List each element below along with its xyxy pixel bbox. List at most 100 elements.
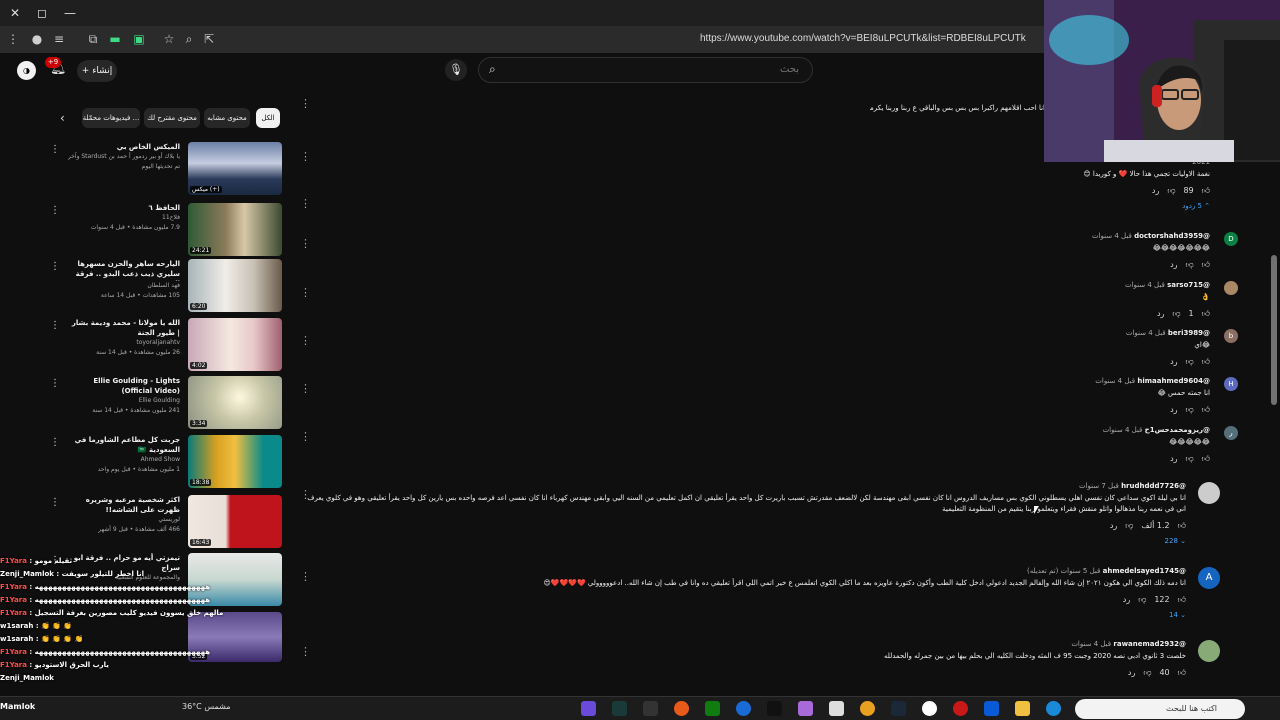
replies-toggle[interactable]: ⌄ 228 xyxy=(306,537,1186,545)
related-video[interactable]: 3:34 ⋮ Ellie Goulding - Lights (Official… xyxy=(50,376,282,432)
video-title[interactable]: الميكس الخاص بي xyxy=(68,142,180,152)
avatar[interactable]: b xyxy=(1224,329,1238,343)
dislike-icon[interactable]: 👎︎ xyxy=(1186,405,1194,414)
maximize-icon[interactable]: ◻ xyxy=(32,4,52,22)
more-icon[interactable]: ⋮ xyxy=(300,150,311,163)
epic-games-icon[interactable] xyxy=(643,701,658,716)
video-thumbnail[interactable]: 3:34 xyxy=(188,376,282,429)
app-icon[interactable] xyxy=(829,701,844,716)
comment-author[interactable]: @ريزومحمدحس1ح xyxy=(1145,426,1210,434)
bookmark-star-icon[interactable]: ☆ xyxy=(160,30,178,48)
comment-author[interactable]: @ahmedelsayed1745 xyxy=(1103,567,1186,575)
app-icon[interactable] xyxy=(767,701,782,716)
extension-green-icon[interactable]: ▬ xyxy=(106,30,124,48)
like-icon[interactable]: 👍︎ xyxy=(1202,260,1210,269)
search-icon[interactable]: ⌕ xyxy=(489,62,496,77)
more-icon[interactable]: ⋮ xyxy=(300,97,311,110)
dislike-icon[interactable]: 👎︎ xyxy=(1138,595,1146,604)
more-icon[interactable]: ⋮ xyxy=(50,205,60,216)
dislike-icon[interactable]: 👎︎ xyxy=(1143,668,1151,677)
related-video[interactable]: 4:02 ⋮ الله يا مولانا - محمد وديمة بشار … xyxy=(50,318,282,374)
related-video[interactable]: 6:20 ⋮ اليارحه ساهر والحزن مسهرها سليري … xyxy=(50,259,282,315)
related-video[interactable]: 16:43 ⋮ اكثر شخصية مرعبه وشريره ظهرت على… xyxy=(50,495,282,551)
chrome-icon[interactable] xyxy=(860,701,875,716)
like-icon[interactable]: 👍︎ xyxy=(1202,405,1210,414)
related-video[interactable]: 24:21 ⋮ الحافظ ٦ فلاح11 7.9 مليون مشاهدة… xyxy=(50,203,282,259)
extension-counter-icon[interactable]: ▣ xyxy=(130,30,148,48)
comment-author[interactable]: @sarso715 xyxy=(1167,281,1210,289)
more-icon[interactable]: ⋮ xyxy=(50,320,60,331)
avatar[interactable]: D xyxy=(1224,232,1238,246)
app-icon[interactable] xyxy=(736,701,751,716)
more-icon[interactable]: ⋮ xyxy=(300,197,311,210)
create-button[interactable]: + إنشاء xyxy=(77,60,117,82)
reply-button[interactable]: رد xyxy=(1123,595,1130,604)
more-icon[interactable]: ⋮ xyxy=(50,261,60,272)
related-video[interactable]: ميكس (+) ⋮ الميكس الخاص بي يا بلاك أو بي… xyxy=(50,142,282,198)
video-title[interactable]: الله يا مولانا - محمد وديمة بشار | طيور … xyxy=(68,318,180,338)
extension-icon[interactable]: ⧉ xyxy=(84,30,102,48)
video-title[interactable]: جربت كل مطاعم الشاورما في السعودية 🇸🇦 xyxy=(68,435,180,455)
video-thumbnail[interactable]: 16:43 xyxy=(188,495,282,548)
more-icon[interactable]: ⋮ xyxy=(300,382,311,395)
minimize-icon[interactable]: — xyxy=(60,4,80,22)
zoom-icon[interactable]: ⌕ xyxy=(180,30,198,48)
like-icon[interactable]: 👍︎ xyxy=(1202,357,1210,366)
taskbar-search[interactable]: اكتب هنا للبحث xyxy=(1075,699,1245,719)
file-explorer-icon[interactable] xyxy=(1015,701,1030,716)
xbox-icon[interactable] xyxy=(705,701,720,716)
comment-author[interactable]: @beri3989 xyxy=(1168,329,1210,337)
dislike-icon[interactable]: 👎︎ xyxy=(1186,260,1194,269)
app-icon[interactable] xyxy=(953,701,968,716)
reply-button[interactable]: رد xyxy=(1157,309,1164,318)
reply-button[interactable]: رد xyxy=(1128,668,1135,677)
page-scrollbar[interactable] xyxy=(1271,255,1277,405)
profile-icon[interactable]: ● xyxy=(28,30,46,48)
replies-toggle[interactable]: ⌃ 5 ردود xyxy=(810,202,1210,210)
voice-search-icon[interactable]: 🎙︎ xyxy=(445,59,467,81)
chip-recommended[interactable]: محتوى مقترح لك xyxy=(144,108,200,128)
like-icon[interactable]: 👍︎ xyxy=(1178,521,1186,530)
more-icon[interactable]: ⋮ xyxy=(300,430,311,443)
like-icon[interactable]: 👍︎ xyxy=(1202,454,1210,463)
avatar[interactable] xyxy=(1224,281,1238,295)
video-thumbnail[interactable]: 4:02 xyxy=(188,318,282,371)
dislike-icon[interactable]: 👎︎ xyxy=(1172,309,1180,318)
comment-author[interactable]: @doctorshahd3959 xyxy=(1134,232,1210,240)
more-icon[interactable]: ⋮ xyxy=(50,497,60,508)
obs-icon[interactable] xyxy=(922,701,937,716)
chip-all[interactable]: الكل xyxy=(256,108,280,128)
more-icon[interactable]: ⋮ xyxy=(300,334,311,347)
app-icon[interactable] xyxy=(612,701,627,716)
chevron-left-icon[interactable]: ‹ xyxy=(60,108,74,128)
chip-similar[interactable]: محتوى مشابه xyxy=(204,108,250,128)
video-title[interactable]: اكثر شخصية مرعبه وشريره ظهرت على الشاشه!… xyxy=(68,495,180,515)
more-icon[interactable]: ⋮ xyxy=(300,286,311,299)
video-thumbnail[interactable]: 24:21 xyxy=(188,203,282,256)
more-icon[interactable]: ⋮ xyxy=(300,237,311,250)
reply-button[interactable]: رد xyxy=(1170,260,1177,269)
like-icon[interactable]: 👍︎ xyxy=(1202,309,1210,318)
close-icon[interactable]: ✕ xyxy=(5,4,25,22)
share-icon[interactable]: ⇱ xyxy=(200,30,218,48)
outlook-icon[interactable] xyxy=(984,701,999,716)
comment-author[interactable]: @rawanemad2932 xyxy=(1113,640,1186,648)
video-thumbnail[interactable]: ميكس (+) xyxy=(188,142,282,195)
avatar[interactable]: H xyxy=(1224,377,1238,391)
like-icon[interactable]: 👍︎ xyxy=(1178,668,1186,677)
dislike-icon[interactable]: 👎︎ xyxy=(1125,521,1133,530)
app-icon[interactable] xyxy=(798,701,813,716)
reply-button[interactable]: رد xyxy=(1152,186,1159,195)
app-icon[interactable] xyxy=(581,701,596,716)
search-input[interactable] xyxy=(519,64,799,75)
tab-search-icon[interactable]: ≡ xyxy=(50,30,68,48)
comment-author[interactable]: @himaahmed9604 xyxy=(1137,377,1210,385)
related-video[interactable]: 18:38 ⋮ جربت كل مطاعم الشاورما في السعود… xyxy=(50,435,282,491)
search-box[interactable]: ⌕ xyxy=(478,57,813,83)
like-icon[interactable]: 👍︎ xyxy=(1202,186,1210,195)
avatar[interactable]: ر xyxy=(1224,426,1238,440)
comment-author[interactable]: @hrudhddd7726 xyxy=(1121,482,1186,490)
video-thumbnail[interactable]: 18:38 xyxy=(188,435,282,488)
reply-button[interactable]: رد xyxy=(1170,454,1177,463)
video-title[interactable]: اليارحه ساهر والحزن مسهرها سليري ذيب ذعب… xyxy=(68,259,180,281)
